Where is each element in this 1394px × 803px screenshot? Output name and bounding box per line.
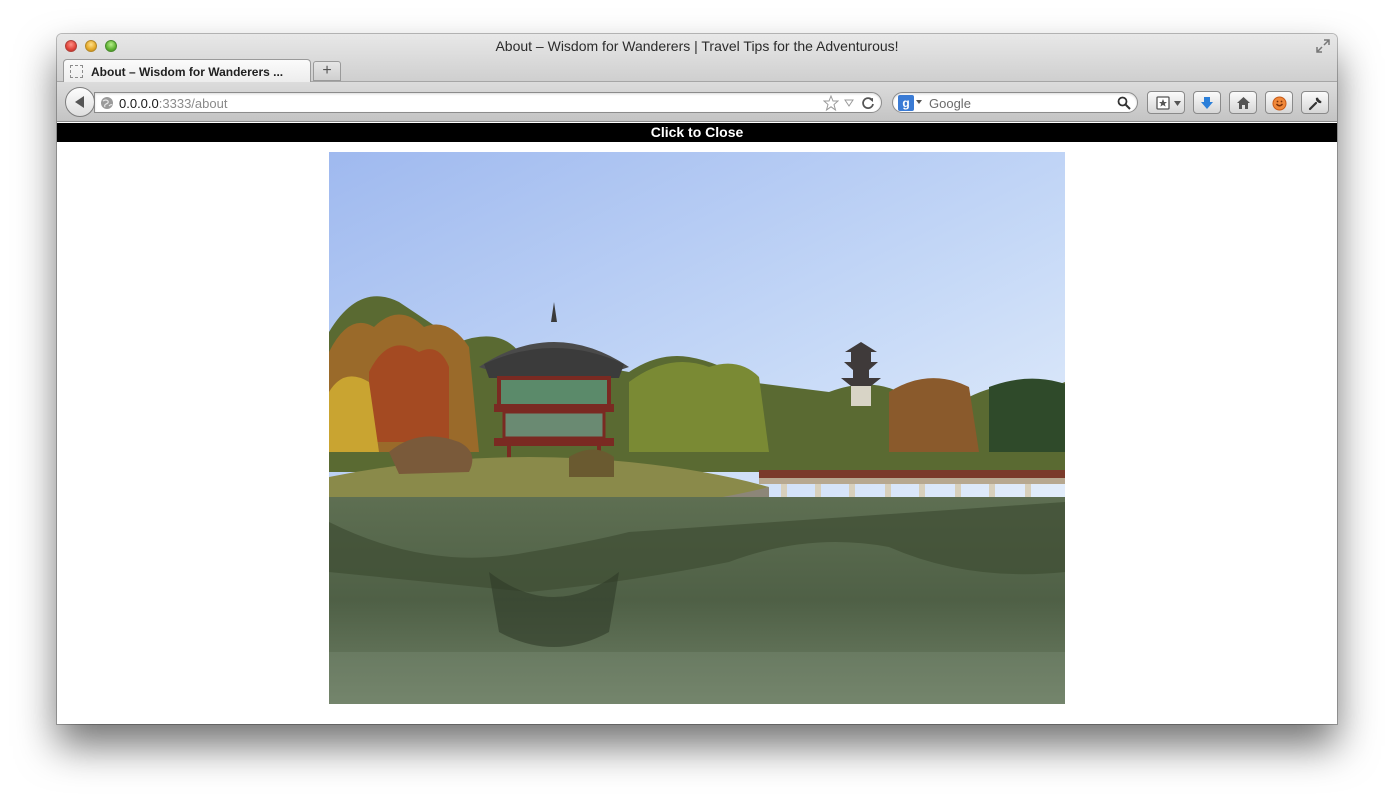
pavilion-lake-photo (329, 152, 1065, 704)
history-dropdown-icon[interactable] (843, 97, 855, 109)
globe-icon (101, 97, 113, 109)
bookmarks-menu-icon (1156, 96, 1170, 110)
engine-dropdown-icon[interactable] (916, 100, 922, 104)
lightbox-photo[interactable] (329, 152, 1065, 704)
magnifier-icon[interactable] (1117, 96, 1131, 110)
chevron-down-icon (1174, 101, 1181, 106)
url-path: :3333/about (158, 96, 228, 111)
back-arrow-icon (75, 96, 84, 108)
wrench-icon (1308, 97, 1322, 111)
back-button[interactable] (65, 87, 95, 117)
google-engine-icon[interactable]: g (898, 95, 914, 111)
browser-window: About – Wisdom for Wanderers | Travel Ti… (57, 34, 1337, 724)
close-overlay-button[interactable]: Click to Close (57, 123, 1337, 142)
title-bar: About – Wisdom for Wanderers | Travel Ti… (57, 34, 1337, 83)
reload-icon[interactable] (861, 96, 875, 110)
bookmarks-menu-button[interactable] (1147, 91, 1185, 114)
search-bar[interactable]: g Google (892, 92, 1138, 113)
url-text[interactable]: 0.0.0.0:3333/about (119, 96, 227, 111)
download-arrow-icon (1201, 97, 1213, 109)
addon-icon (1272, 96, 1287, 111)
page-favicon-icon (70, 65, 83, 78)
star-icon[interactable] (823, 95, 839, 111)
addon-button[interactable] (1265, 91, 1293, 114)
downloads-button[interactable] (1193, 91, 1221, 114)
home-button[interactable] (1229, 91, 1257, 114)
home-icon (1237, 97, 1250, 109)
address-bar[interactable]: 0.0.0.0:3333/about (94, 92, 882, 113)
window-title: About – Wisdom for Wanderers | Travel Ti… (495, 38, 899, 54)
tab-about[interactable]: About – Wisdom for Wanderers ... (63, 59, 311, 83)
tab-label: About – Wisdom for Wanderers ... (91, 65, 284, 79)
tools-button[interactable] (1301, 91, 1329, 114)
fullscreen-icon[interactable] (1315, 38, 1331, 54)
url-host: 0.0.0.0 (119, 96, 159, 111)
navigation-toolbar: 0.0.0.0:3333/about g Google (57, 82, 1337, 122)
new-tab-button[interactable]: + (313, 61, 341, 81)
search-input[interactable]: Google (929, 96, 971, 111)
